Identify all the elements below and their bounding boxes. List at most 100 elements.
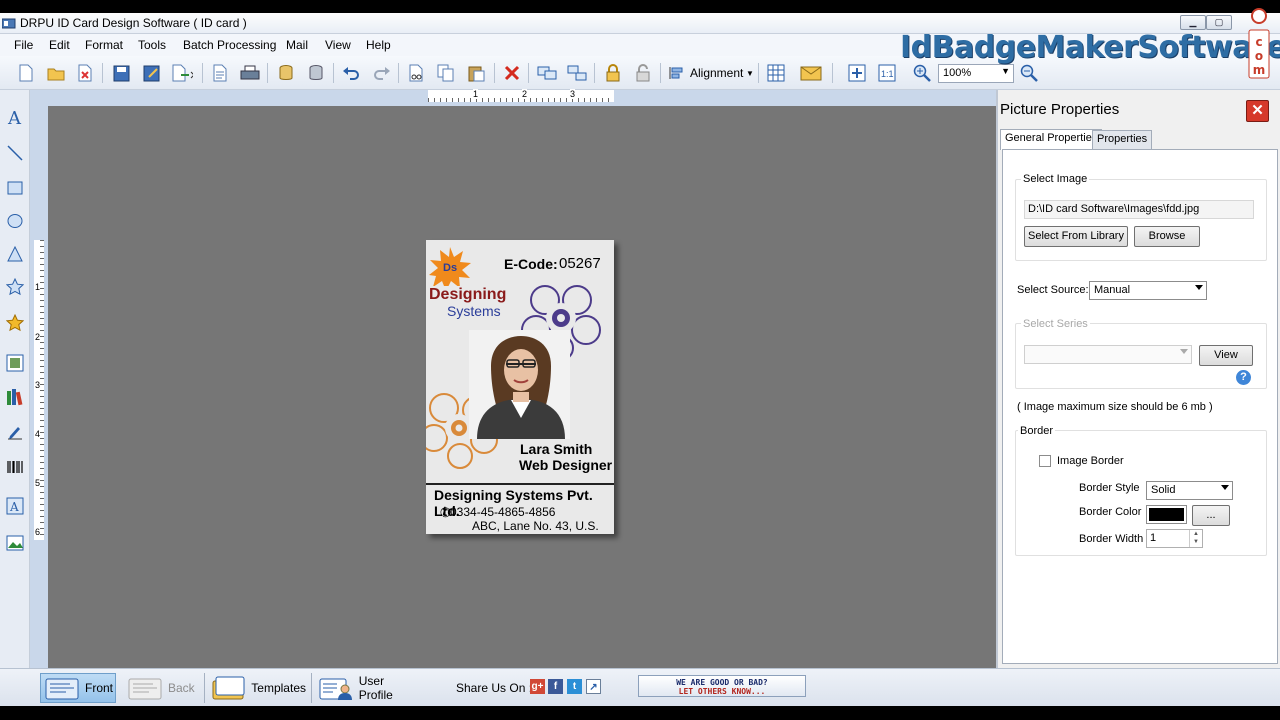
ungroup-icon[interactable]: [566, 62, 588, 84]
person-title: Web Designer: [519, 457, 613, 473]
print-icon[interactable]: [239, 62, 261, 84]
fit-to-window-icon[interactable]: [846, 62, 868, 84]
user-profile-button[interactable]: User Profile: [317, 673, 421, 703]
alignment-label[interactable]: Alignment: [690, 66, 743, 80]
select-from-library-button[interactable]: Select From Library: [1024, 226, 1128, 247]
delete-icon[interactable]: [501, 62, 523, 84]
menu-file[interactable]: File: [14, 38, 33, 52]
border-width-label: Border Width: [1079, 533, 1144, 545]
background-tool-icon[interactable]: [4, 532, 26, 554]
twitter-icon[interactable]: t: [567, 679, 582, 694]
google-plus-icon[interactable]: g+: [530, 679, 545, 694]
back-side-button[interactable]: Back: [126, 673, 200, 703]
star-tool-icon[interactable]: [4, 276, 26, 298]
templates-button[interactable]: Templates: [210, 673, 306, 703]
select-series-label: Select Series: [1021, 318, 1090, 330]
vruler-mark: 3: [35, 380, 41, 390]
barcode-tool-icon[interactable]: [4, 456, 26, 478]
brand-suffix: c o m: [1248, 6, 1270, 80]
line-tool-icon[interactable]: [4, 142, 26, 164]
alignment-icon[interactable]: [666, 62, 688, 84]
close-panel-button[interactable]: ✕: [1246, 100, 1269, 122]
group-icon[interactable]: [536, 62, 558, 84]
library-tool-icon[interactable]: [4, 386, 26, 408]
border-color-picker-button[interactable]: ...: [1192, 505, 1230, 526]
new-icon[interactable]: [15, 62, 37, 84]
close-file-icon[interactable]: [74, 62, 96, 84]
alignment-dropdown-arrow-icon[interactable]: ▼: [746, 69, 754, 78]
ellipse-tool-icon[interactable]: [4, 210, 26, 232]
company-name-line2: Systems: [447, 303, 501, 319]
export-icon[interactable]: [171, 62, 193, 84]
open-icon[interactable]: [45, 62, 67, 84]
copy-icon[interactable]: [435, 62, 457, 84]
maximize-button[interactable]: ▢: [1206, 15, 1232, 30]
database-series-icon[interactable]: [305, 62, 327, 84]
share-icon[interactable]: ↗: [586, 679, 601, 694]
image-tool-icon[interactable]: [4, 352, 26, 374]
signature-tool-icon[interactable]: [4, 422, 26, 444]
zoom-out-icon[interactable]: [1018, 62, 1040, 84]
watermark-tool-icon[interactable]: A: [4, 495, 26, 517]
grid-icon[interactable]: [765, 62, 787, 84]
redo-icon[interactable]: [371, 62, 393, 84]
menu-batch-processing[interactable]: Batch Processing: [183, 38, 276, 52]
front-side-button[interactable]: Front: [40, 673, 116, 703]
triangle-tool-icon[interactable]: [4, 243, 26, 265]
select-source-dropdown[interactable]: Manual: [1089, 281, 1207, 300]
select-series-dropdown[interactable]: [1024, 345, 1192, 364]
feedback-line2: LET OTHERS KNOW...: [678, 687, 766, 696]
border-width-spinner[interactable]: 1 ▲ ▼: [1146, 529, 1203, 548]
database-icon[interactable]: [275, 62, 297, 84]
vruler-mark: 4: [35, 429, 41, 439]
templates-label: Templates: [251, 681, 306, 695]
tab-general-properties[interactable]: General Properties: [1000, 129, 1103, 150]
select-source-label: Select Source:: [1017, 284, 1089, 296]
menu-help[interactable]: Help: [366, 38, 391, 52]
paste-icon[interactable]: [465, 62, 487, 84]
person-name: Lara Smith: [520, 441, 593, 457]
border-width-value: 1: [1150, 532, 1157, 544]
rectangle-tool-icon[interactable]: [4, 177, 26, 199]
company-logo: Ds: [429, 247, 471, 286]
shapes-tool-icon[interactable]: [4, 312, 26, 334]
border-color-swatch[interactable]: [1146, 505, 1187, 524]
brand-logo: IdBadgeMakerSoftware: [900, 30, 1280, 65]
dropdown-arrow-icon: [1180, 349, 1188, 354]
employee-photo[interactable]: [469, 330, 570, 439]
view-series-button[interactable]: View: [1199, 345, 1253, 366]
dropdown-arrow-icon: [1195, 285, 1203, 290]
menu-format[interactable]: Format: [85, 38, 123, 52]
save-icon[interactable]: [110, 62, 132, 84]
vruler-mark: 6: [35, 527, 41, 537]
lock-icon[interactable]: [602, 62, 624, 84]
menu-view[interactable]: View: [325, 38, 351, 52]
actual-size-icon[interactable]: 1:1: [876, 62, 898, 84]
cut-icon[interactable]: [405, 62, 427, 84]
tab-properties[interactable]: Properties: [1092, 130, 1153, 149]
image-border-checkbox[interactable]: [1039, 455, 1051, 467]
spinner-arrows-icon[interactable]: ▲ ▼: [1189, 530, 1202, 547]
menu-mail[interactable]: Mail: [286, 38, 308, 52]
zoom-select[interactable]: 100% ▼: [938, 64, 1014, 83]
save-as-icon[interactable]: [140, 62, 162, 84]
print-preview-icon[interactable]: [209, 62, 231, 84]
id-card-front[interactable]: Ds E-Code: 05267 Designing Systems Lara …: [426, 240, 614, 534]
feedback-banner[interactable]: WE ARE GOOD OR BAD? LET OTHERS KNOW...: [638, 675, 806, 697]
zoom-in-icon[interactable]: [911, 62, 933, 84]
minimize-button[interactable]: ▁: [1180, 15, 1206, 30]
browse-button[interactable]: Browse: [1134, 226, 1200, 247]
unlock-icon[interactable]: [632, 62, 654, 84]
undo-icon[interactable]: [340, 62, 362, 84]
facebook-icon[interactable]: f: [548, 679, 563, 694]
menu-edit[interactable]: Edit: [49, 38, 70, 52]
ecode-value: 05267: [559, 255, 601, 272]
menu-tools[interactable]: Tools: [138, 38, 166, 52]
mail-icon[interactable]: [800, 62, 822, 84]
hruler-mark: 2: [522, 89, 528, 99]
border-style-dropdown[interactable]: Solid: [1146, 481, 1233, 500]
text-tool-icon[interactable]: A: [4, 106, 26, 128]
image-path-field[interactable]: D:\ID card Software\Images\fdd.jpg: [1024, 200, 1254, 219]
screen-letterbox: [0, 706, 1280, 720]
help-icon[interactable]: ?: [1236, 370, 1251, 385]
